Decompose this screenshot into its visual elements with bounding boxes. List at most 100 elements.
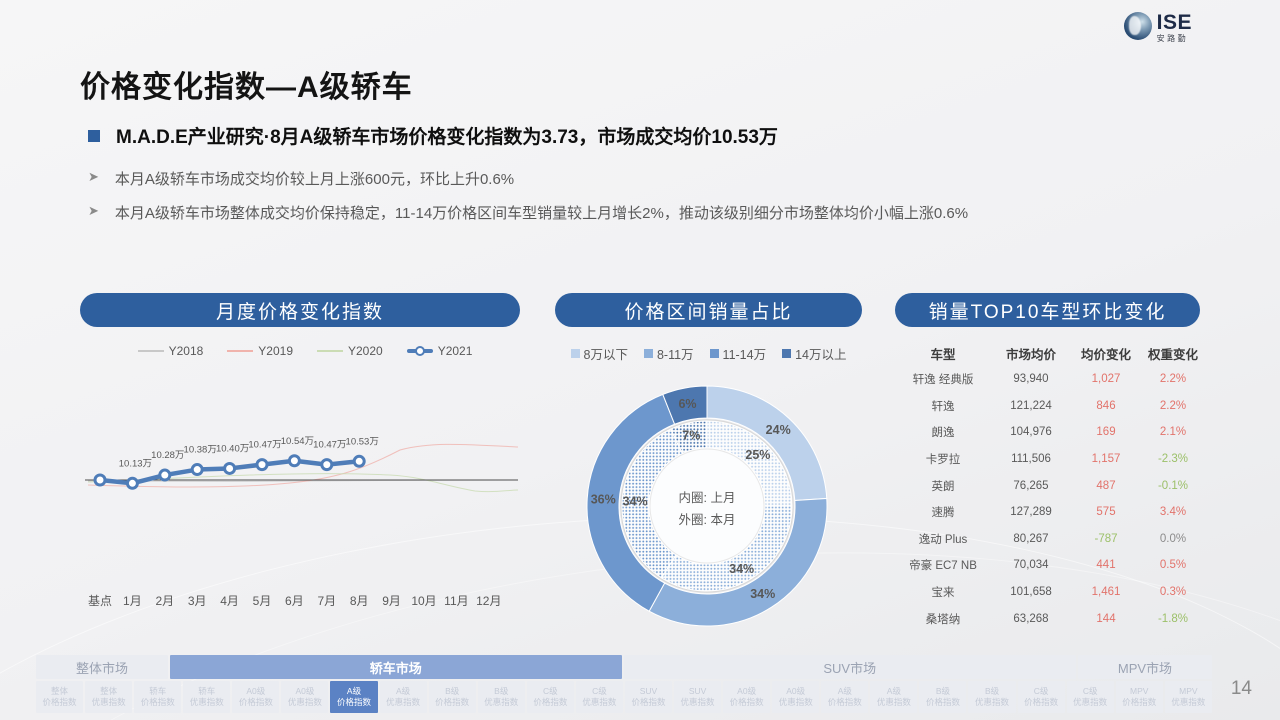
nav-tab-label: A0级 [786, 686, 805, 697]
nav-tab-整体价格指数[interactable]: 整体价格指数 [36, 681, 83, 713]
nav-tab-B级优惠指数[interactable]: B级优惠指数 [968, 681, 1015, 713]
donut-center-label: 外圈: 本月 [679, 513, 736, 527]
x-tick-label: 8月 [350, 594, 369, 608]
nav-tab-label: 价格指数 [435, 697, 469, 708]
donut-value-label: 24% [766, 423, 791, 437]
nav-tab-B级价格指数[interactable]: B级价格指数 [919, 681, 966, 713]
nav-tab-整体优惠指数[interactable]: 整体优惠指数 [85, 681, 132, 713]
cell-model: 英朗 [895, 478, 991, 494]
cell-model: 速腾 [895, 504, 991, 520]
nav-tab-label: 整体 [51, 686, 68, 697]
cell-price-change: 1,157 [1071, 453, 1141, 465]
svg-text:10.47万: 10.47万 [313, 440, 346, 451]
legend-item-8to11: 8-11万 [644, 344, 694, 363]
nav-tab-A级优惠指数[interactable]: A级优惠指数 [380, 681, 427, 713]
col-header-model: 车型 [895, 344, 991, 363]
legend-label: 14万以上 [795, 344, 846, 363]
nav-tab-A级价格指数[interactable]: A级价格指数 [821, 681, 868, 713]
x-tick-label: 7月 [317, 594, 336, 608]
nav-tab-label: 价格指数 [533, 697, 567, 708]
nav-tab-label: 价格指数 [337, 697, 371, 708]
nav-tab-label: B级 [985, 686, 999, 697]
legend-line-swatch [407, 349, 433, 353]
nav-tab-SUV价格指数[interactable]: SUV价格指数 [625, 681, 672, 713]
donut-value-label: 34% [750, 587, 775, 601]
nav-tab-label: 价格指数 [1024, 697, 1058, 708]
nav-tab-label: A级 [347, 686, 361, 697]
cell-model: 帝豪 EC7 NB [895, 557, 991, 573]
nav-tab-label: B级 [494, 686, 508, 697]
legend-item-y2020: Y2020 [317, 344, 383, 358]
legend-label: 8-11万 [657, 344, 694, 363]
nav-tab-label: SUV [640, 686, 657, 697]
nav-tab-A0级价格指数[interactable]: A0级价格指数 [723, 681, 770, 713]
cell-weight-change: 3.4% [1141, 506, 1205, 518]
section-title-monthly-index: 月度价格变化指数 [80, 293, 520, 327]
nav-tab-label: 优惠指数 [484, 697, 518, 708]
nav-tab-轿车价格指数[interactable]: 轿车价格指数 [134, 681, 181, 713]
nav-tab-label: 优惠指数 [1073, 697, 1107, 708]
nav-tab-A级优惠指数[interactable]: A级优惠指数 [870, 681, 917, 713]
cell-avg-price: 111,506 [991, 453, 1071, 465]
legend-item-y2021: Y2021 [407, 344, 473, 358]
svg-text:10.13万: 10.13万 [119, 458, 152, 469]
cell-weight-change: -2.3% [1141, 453, 1205, 465]
legend-line-swatch [138, 350, 164, 352]
sub-point-text: 本月A级轿车市场成交均价较上月上涨600元，环比上升0.6% [115, 168, 514, 189]
x-tick-label: 5月 [253, 594, 272, 608]
cell-avg-price: 104,976 [991, 426, 1071, 438]
cell-price-change: 846 [1071, 400, 1141, 412]
nav-tab-label: 价格指数 [43, 697, 77, 708]
nav-tab-MPV价格指数[interactable]: MPV价格指数 [1116, 681, 1163, 713]
nav-tab-B级价格指数[interactable]: B级价格指数 [429, 681, 476, 713]
nav-section-整体市场[interactable]: 整体市场 [36, 655, 168, 679]
nav-tab-label: B级 [445, 686, 459, 697]
nav-tab-A0级优惠指数[interactable]: A0级优惠指数 [281, 681, 328, 713]
cell-model: 逸动 Plus [895, 531, 991, 547]
nav-section-MPV市场[interactable]: MPV市场 [1078, 655, 1212, 679]
nav-tab-C级价格指数[interactable]: C级价格指数 [527, 681, 574, 713]
nav-tab-A0级优惠指数[interactable]: A0级优惠指数 [772, 681, 819, 713]
nav-tab-label: 优惠指数 [92, 697, 126, 708]
svg-text:10.40万: 10.40万 [216, 443, 249, 454]
cell-weight-change: 0.0% [1141, 533, 1205, 545]
donut-value-label: 25% [745, 448, 770, 462]
nav-tab-SUV优惠指数[interactable]: SUV优惠指数 [674, 681, 721, 713]
arrow-bullet-icon: ➤ [88, 203, 99, 223]
cell-price-change: 144 [1071, 613, 1141, 625]
nav-tab-label: B级 [936, 686, 950, 697]
cell-price-change: 1,461 [1071, 586, 1141, 598]
sub-point: ➤ 本月A级轿车市场成交均价较上月上涨600元，环比上升0.6% [88, 168, 514, 189]
bullet-square-icon [88, 130, 100, 142]
nav-tab-label: 价格指数 [631, 697, 665, 708]
x-tick-label: 4月 [220, 594, 239, 608]
nav-tab-MPV优惠指数[interactable]: MPV优惠指数 [1165, 681, 1212, 713]
line-chart-legend: Y2018 Y2019 Y2020 Y2021 [110, 344, 500, 358]
cell-avg-price: 80,267 [991, 533, 1071, 545]
cell-avg-price: 121,224 [991, 400, 1071, 412]
svg-text:10.53万: 10.53万 [346, 436, 379, 447]
nav-tab-A级价格指数[interactable]: A级价格指数 [330, 681, 377, 713]
col-header-weight-change: 权重变化 [1141, 344, 1205, 363]
col-header-price-change: 均价变化 [1071, 344, 1141, 363]
cell-weight-change: 2.2% [1141, 373, 1205, 385]
nav-tab-label: 价格指数 [141, 697, 175, 708]
x-tick-label: 1月 [123, 594, 142, 608]
nav-section-SUV市场[interactable]: SUV市场 [624, 655, 1076, 679]
nav-tab-C级优惠指数[interactable]: C级优惠指数 [576, 681, 623, 713]
nav-tab-C级优惠指数[interactable]: C级优惠指数 [1067, 681, 1114, 713]
nav-tab-label: MPV [1130, 686, 1148, 697]
globe-logo-icon [1124, 12, 1152, 40]
nav-tab-C级价格指数[interactable]: C级价格指数 [1018, 681, 1065, 713]
nav-tab-B级优惠指数[interactable]: B级优惠指数 [478, 681, 525, 713]
nav-tab-A0级价格指数[interactable]: A0级价格指数 [232, 681, 279, 713]
page-number: 14 [1231, 678, 1252, 700]
cell-model: 轩逸 [895, 398, 991, 414]
nav-tab-轿车优惠指数[interactable]: 轿车优惠指数 [183, 681, 230, 713]
nav-section-轿车市场[interactable]: 轿车市场 [170, 655, 622, 679]
table-row: 宝来101,6581,4610.3% [895, 579, 1205, 606]
monthly-price-index-line-chart: 10.13万10.28万10.38万10.40万10.47万10.54万10.4… [80, 368, 525, 618]
nav-tab-label: 优惠指数 [681, 697, 715, 708]
cell-model: 朗逸 [895, 424, 991, 440]
legend-item-under8: 8万以下 [571, 344, 628, 363]
